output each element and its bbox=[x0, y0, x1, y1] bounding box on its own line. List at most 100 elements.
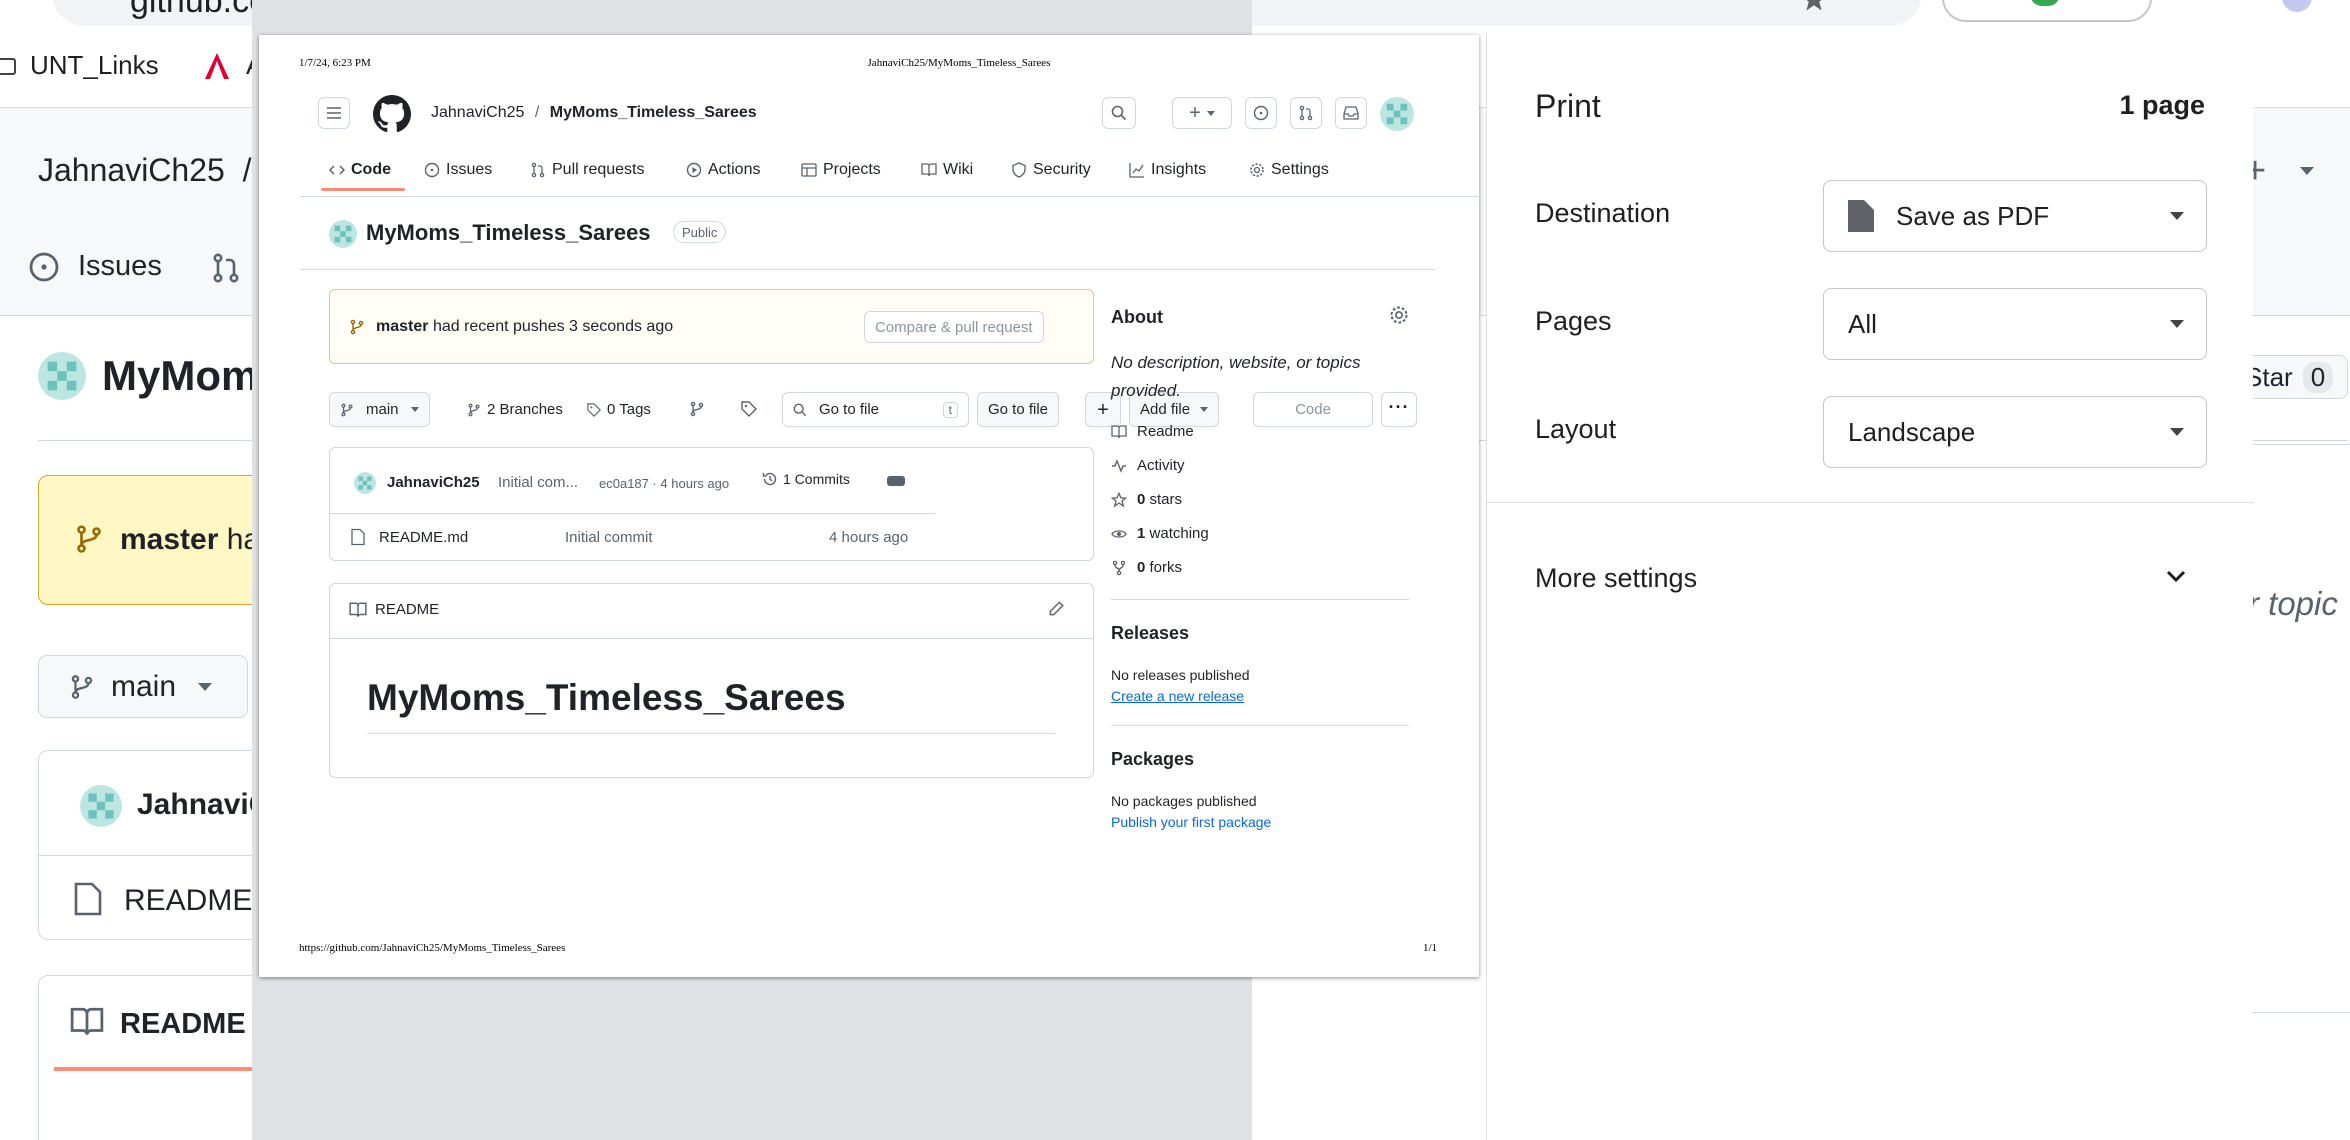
pull-request-icon[interactable] bbox=[210, 252, 242, 284]
packages-empty: No packages published bbox=[1111, 793, 1257, 809]
file-name-link[interactable]: README.md bbox=[379, 529, 468, 546]
tab-actions[interactable]: Actions bbox=[686, 159, 760, 181]
table-icon bbox=[801, 162, 817, 178]
hamburger-icon bbox=[326, 106, 342, 120]
readme-tab[interactable]: README bbox=[349, 601, 439, 618]
branch-select[interactable]: main bbox=[329, 392, 430, 427]
layout-select[interactable]: Landscape bbox=[1823, 396, 2207, 468]
tab-projects[interactable]: Projects bbox=[801, 159, 881, 181]
publish-package-link[interactable]: Publish your first package bbox=[1111, 814, 1271, 830]
repo-link[interactable]: MyMoms_Timeless_Sarees bbox=[550, 104, 757, 121]
print-title: Print bbox=[1535, 88, 1601, 124]
issues-button[interactable] bbox=[1245, 97, 1277, 129]
code-icon bbox=[329, 162, 345, 178]
divider bbox=[329, 513, 935, 514]
user-avatar[interactable] bbox=[1380, 97, 1414, 131]
branches-link[interactable]: 2 Branches bbox=[467, 401, 563, 418]
avatar bbox=[354, 472, 376, 494]
commit-message[interactable]: Initial com... bbox=[498, 474, 578, 491]
commit-hash[interactable]: ec0a187 · 4 hours ago bbox=[599, 476, 729, 491]
branch-icon bbox=[349, 319, 365, 335]
pages-select[interactable]: All bbox=[1823, 288, 2207, 360]
destination-select[interactable]: Save as PDF bbox=[1823, 180, 2207, 252]
caret-down-icon bbox=[1200, 407, 1209, 412]
more-settings-toggle[interactable]: More settings bbox=[1487, 550, 2207, 606]
compare-pull-request-button[interactable]: Compare & pull request bbox=[864, 311, 1044, 343]
branch-icon bbox=[69, 674, 95, 700]
tab-pull-requests[interactable]: Pull requests bbox=[530, 159, 645, 181]
pencil-icon[interactable] bbox=[1047, 600, 1065, 618]
branch-icon bbox=[467, 403, 481, 417]
repo-avatar bbox=[38, 352, 86, 400]
create-new-button[interactable]: + bbox=[1172, 97, 1232, 129]
divider bbox=[2250, 444, 2350, 445]
watching-link[interactable]: 1 watching bbox=[1111, 525, 1209, 542]
play-icon bbox=[686, 162, 702, 178]
tag-icon[interactable] bbox=[741, 401, 757, 417]
pulse-icon bbox=[1111, 458, 1127, 473]
book-icon bbox=[1111, 424, 1127, 439]
tab-wiki[interactable]: Wiki bbox=[921, 159, 973, 181]
tags-link[interactable]: 0 Tags bbox=[587, 401, 651, 418]
gear-icon[interactable] bbox=[1389, 305, 1409, 325]
file-commit-message[interactable]: Initial commit bbox=[565, 529, 653, 546]
releases-empty: No releases published bbox=[1111, 667, 1250, 683]
commit-author[interactable]: JahnaviCh25 bbox=[387, 474, 480, 491]
plus-icon: + bbox=[1189, 102, 1201, 124]
shield-icon bbox=[1011, 162, 1027, 178]
readme-link[interactable]: Readme bbox=[1111, 423, 1194, 440]
create-release-link[interactable]: Create a new release bbox=[1111, 688, 1244, 704]
menu-button[interactable] bbox=[318, 97, 350, 129]
bookmark-unt-links[interactable]: UNT_Links bbox=[0, 50, 159, 81]
caret-down-icon bbox=[2300, 167, 2314, 175]
bookmark-star-icon[interactable] bbox=[1800, 0, 1828, 14]
pull-request-icon bbox=[1298, 105, 1314, 121]
inbox-button[interactable] bbox=[1335, 97, 1367, 129]
packages-title[interactable]: Packages bbox=[1111, 749, 1194, 770]
bg-file-name[interactable]: README.r bbox=[124, 884, 271, 918]
search-button[interactable] bbox=[1102, 97, 1136, 129]
pull-requests-button[interactable] bbox=[1290, 97, 1322, 129]
branch-icon[interactable] bbox=[689, 401, 705, 417]
stars-link[interactable]: 0 stars bbox=[1111, 491, 1182, 508]
profile-avatar[interactable] bbox=[2282, 0, 2312, 12]
page-count: 1 page bbox=[2119, 90, 2205, 120]
star-icon bbox=[1111, 491, 1127, 508]
destination-label: Destination bbox=[1535, 198, 1671, 228]
about-title: About bbox=[1111, 307, 1163, 327]
tab-insights[interactable]: Insights bbox=[1129, 159, 1206, 181]
breadcrumb: JahnaviCh25 / MyMoms_Timeless_Sarees bbox=[431, 104, 757, 121]
file-icon bbox=[74, 882, 102, 916]
bg-branch-select[interactable]: main bbox=[38, 655, 248, 718]
commits-link[interactable]: 1 Commits bbox=[762, 471, 850, 487]
bg-tab-issues[interactable]: Issues bbox=[28, 250, 162, 283]
activity-link[interactable]: Activity bbox=[1111, 457, 1185, 474]
eye-icon bbox=[1111, 527, 1127, 541]
branch-icon bbox=[340, 403, 354, 417]
caret-down-icon bbox=[2170, 428, 2184, 436]
file-time: 4 hours ago bbox=[829, 529, 909, 546]
issue-icon bbox=[28, 251, 60, 283]
book-icon bbox=[349, 602, 367, 618]
issue-icon bbox=[1253, 105, 1269, 121]
tab-issues[interactable]: Issues bbox=[424, 159, 492, 181]
tab-code[interactable]: Code bbox=[329, 159, 391, 181]
file-icon bbox=[351, 528, 365, 546]
layout-label: Layout bbox=[1535, 414, 1617, 444]
go-to-file-search[interactable]: Go to file t bbox=[782, 392, 969, 427]
github-logo-icon[interactable] bbox=[373, 95, 411, 133]
owner-link[interactable]: JahnaviCh25 bbox=[431, 104, 524, 121]
go-to-file-button[interactable]: Go to file bbox=[977, 392, 1060, 427]
releases-title[interactable]: Releases bbox=[1111, 623, 1189, 644]
divider bbox=[329, 638, 1094, 639]
bg-commit-author[interactable]: JahnaviC bbox=[137, 788, 270, 822]
issue-icon bbox=[424, 162, 440, 178]
ellipsis-icon[interactable] bbox=[887, 476, 905, 486]
tab-security[interactable]: Security bbox=[1011, 159, 1091, 181]
repo-title: MyMoms_Timeless_Sarees bbox=[366, 220, 651, 245]
bg-readme-label[interactable]: README bbox=[120, 1008, 246, 1041]
pull-request-icon bbox=[530, 162, 546, 178]
tab-settings[interactable]: Settings bbox=[1249, 159, 1329, 181]
caret-down-icon bbox=[1206, 110, 1215, 116]
forks-link[interactable]: 0 forks bbox=[1111, 559, 1182, 576]
